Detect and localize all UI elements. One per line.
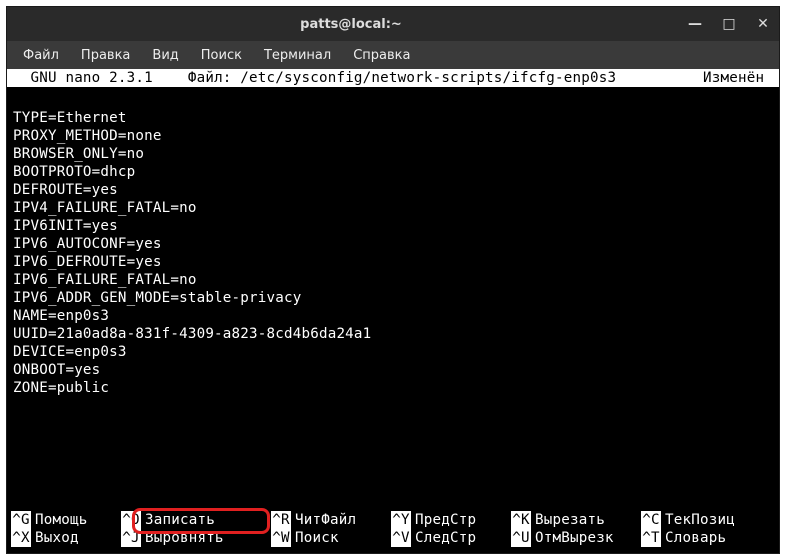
editor-line[interactable]: IPV6_AUTOCONF=yes <box>13 235 773 253</box>
editor-line[interactable]: DEFROUTE=yes <box>13 181 773 199</box>
editor-line[interactable]: BOOTPROTO=dhcp <box>13 163 773 181</box>
shortcut-key: ^C <box>641 511 661 529</box>
nano-shortcut: ^YПредСтр <box>391 511 511 529</box>
editor-line[interactable]: IPV6_DEFROUTE=yes <box>13 253 773 271</box>
editor-line[interactable]: TYPE=Ethernet <box>13 109 773 127</box>
editor-line[interactable]: IPV6_FAILURE_FATAL=no <box>13 271 773 289</box>
nano-version: GNU nano 2.3.1 <box>13 69 170 87</box>
shortcut-key: ^T <box>641 529 661 547</box>
minimize-button[interactable]: — <box>687 16 703 32</box>
nano-shortcut: ^VСледСтр <box>391 529 511 547</box>
shortcut-key: ^W <box>271 529 291 547</box>
nano-shortcut: ^CТекПозиц <box>641 511 761 529</box>
shortcut-key: ^Y <box>391 511 411 529</box>
shortcut-label: ЧитФайл <box>295 511 356 529</box>
menu-help[interactable]: Справка <box>343 44 420 67</box>
shortcut-label: Вырезать <box>535 511 605 529</box>
editor-line[interactable]: ONBOOT=yes <box>13 361 773 379</box>
editor-line[interactable]: PROXY_METHOD=none <box>13 127 773 145</box>
editor-line[interactable] <box>13 91 773 109</box>
editor-line[interactable]: UUID=21a0ad8a-831f-4309-a823-8cd4b6da24a… <box>13 325 773 343</box>
shortcut-label: Словарь <box>665 529 726 547</box>
shortcut-label: ПредСтр <box>415 511 476 529</box>
shortcut-label: Выход <box>35 529 79 547</box>
shortcut-key: ^U <box>511 529 531 547</box>
terminal-area[interactable]: GNU nano 2.3.1 Файл: /etc/sysconfig/netw… <box>7 69 779 553</box>
menubar: Файл Правка Вид Поиск Терминал Справка <box>7 41 779 69</box>
shortcut-key: ^K <box>511 511 531 529</box>
editor-line[interactable]: IPV6_ADDR_GEN_MODE=stable-privacy <box>13 289 773 307</box>
nano-shortcut: ^WПоиск <box>271 529 391 547</box>
nano-shortcut: ^UОтмВырезк <box>511 529 641 547</box>
shortcut-key: ^O <box>121 511 141 529</box>
nano-shortcut: ^KВырезать <box>511 511 641 529</box>
close-button[interactable]: ✕ <box>755 16 771 32</box>
nano-file: Файл: /etc/sysconfig/network-scripts/ifc… <box>170 69 633 87</box>
shortcut-key: ^X <box>11 529 31 547</box>
terminal-window: patts@local:~ — □ ✕ Файл Правка Вид Поис… <box>6 6 780 554</box>
menu-terminal[interactable]: Терминал <box>254 44 341 67</box>
nano-shortcut: ^XВыход <box>11 529 121 547</box>
editor-line[interactable]: BROWSER_ONLY=no <box>13 145 773 163</box>
shortcut-key: ^V <box>391 529 411 547</box>
shortcut-key: ^J <box>121 529 141 547</box>
window-controls: — □ ✕ <box>687 16 771 32</box>
menu-search[interactable]: Поиск <box>191 44 252 67</box>
shortcut-label: Выровнять <box>145 529 224 547</box>
shortcut-label: Помощь <box>35 511 87 529</box>
menu-view[interactable]: Вид <box>142 44 188 67</box>
shortcut-key: ^R <box>271 511 291 529</box>
menu-file[interactable]: Файл <box>13 44 69 67</box>
shortcut-label: ТекПозиц <box>665 511 735 529</box>
nano-shortcut: ^JВыровнять <box>121 529 271 547</box>
shortcut-label: ОтмВырезк <box>535 529 614 547</box>
nano-header: GNU nano 2.3.1 Файл: /etc/sysconfig/netw… <box>7 69 779 87</box>
editor-line[interactable]: IPV4_FAILURE_FATAL=no <box>13 199 773 217</box>
editor-line[interactable]: NAME=enp0s3 <box>13 307 773 325</box>
window-title: patts@local:~ <box>15 17 687 32</box>
nano-shortcuts: ^GПомощь^OЗаписать^RЧитФайл^YПредСтр^KВы… <box>7 511 779 553</box>
editor-line[interactable]: DEVICE=enp0s3 <box>13 343 773 361</box>
editor-line[interactable]: ZONE=public <box>13 379 773 397</box>
titlebar: patts@local:~ — □ ✕ <box>7 7 779 41</box>
shortcut-label: Поиск <box>295 529 339 547</box>
nano-status: Изменён <box>694 69 773 87</box>
nano-shortcut: ^RЧитФайл <box>271 511 391 529</box>
maximize-button[interactable]: □ <box>721 16 737 32</box>
nano-shortcut: ^OЗаписать <box>121 511 271 529</box>
shortcut-label: СледСтр <box>415 529 476 547</box>
editor-body[interactable]: TYPE=EthernetPROXY_METHOD=noneBROWSER_ON… <box>7 87 779 511</box>
menu-edit[interactable]: Правка <box>71 44 140 67</box>
shortcut-key: ^G <box>11 511 31 529</box>
shortcut-label: Записать <box>145 511 215 529</box>
editor-line[interactable]: IPV6INIT=yes <box>13 217 773 235</box>
nano-shortcut: ^GПомощь <box>11 511 121 529</box>
nano-shortcut: ^TСловарь <box>641 529 761 547</box>
